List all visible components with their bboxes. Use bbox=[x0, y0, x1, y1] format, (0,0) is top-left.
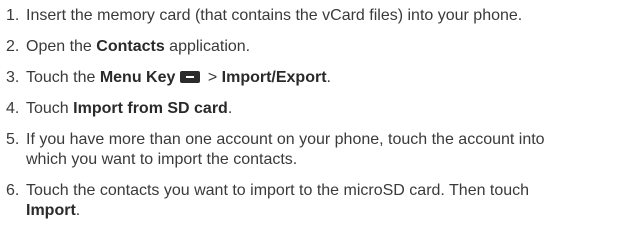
step-6: 6. Touch the contacts you want to import… bbox=[6, 181, 634, 221]
step-text-line-2: which you want to import the contacts. bbox=[26, 151, 298, 168]
step-number: 4. bbox=[6, 100, 20, 117]
step-number: 1. bbox=[6, 7, 20, 24]
menu-key-icon bbox=[180, 71, 201, 83]
import-label: Import bbox=[26, 202, 76, 219]
step-text-line-1: If you have more than one account on you… bbox=[26, 131, 545, 148]
menu-key-label: Menu Key bbox=[99, 69, 176, 86]
step-text-post: . bbox=[75, 202, 81, 219]
step-5: 5. If you have more than one account on … bbox=[6, 130, 634, 170]
step-text-post: . bbox=[326, 69, 331, 86]
step-number: 6. bbox=[6, 182, 20, 199]
step-text-pre: Open the bbox=[26, 38, 97, 55]
step-2: 2. Open the Contacts application. bbox=[6, 37, 634, 57]
step-1: 1. Insert the memory card (that contains… bbox=[6, 6, 634, 26]
step-text-line-1: Touch the contacts you want to import to… bbox=[26, 182, 530, 199]
instruction-steps-list: 1. Insert the memory card (that contains… bbox=[6, 6, 634, 221]
step-text-pre: Touch bbox=[26, 100, 74, 117]
step-separator: > bbox=[203, 69, 222, 86]
step-text-post: . bbox=[227, 100, 233, 117]
import-export-label: Import/Export bbox=[221, 69, 327, 86]
contacts-app-label: Contacts bbox=[96, 38, 165, 55]
step-4: 4. Touch Import from SD card. bbox=[6, 99, 634, 119]
step-text: Insert the memory card (that contains th… bbox=[26, 7, 523, 24]
step-number: 3. bbox=[6, 69, 20, 86]
step-3: 3. Touch the Menu Key > Import/Export. bbox=[6, 68, 634, 88]
step-number: 2. bbox=[6, 38, 20, 55]
step-text-post: application. bbox=[164, 38, 251, 55]
step-text-pre: Touch the bbox=[26, 69, 100, 86]
step-number: 5. bbox=[6, 131, 20, 148]
import-from-sd-label: Import from SD card bbox=[73, 100, 228, 117]
